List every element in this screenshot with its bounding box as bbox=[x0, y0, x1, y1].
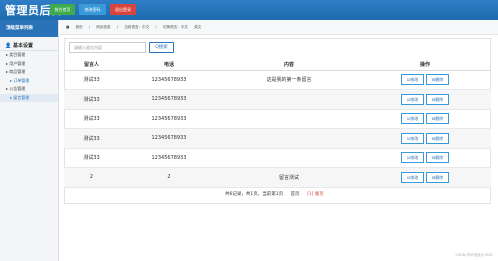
table-row: 测试33 12345678933 ☑修改 ☒删除 bbox=[64, 128, 491, 149]
edit-button[interactable]: ☑修改 bbox=[401, 152, 424, 164]
delete-button[interactable]: ☒删除 bbox=[426, 74, 449, 86]
table-row: 2 2 留言测试 ☑修改 ☒删除 bbox=[64, 167, 491, 188]
delete-button[interactable]: ☒删除 bbox=[426, 113, 449, 125]
edit-button[interactable]: ☑修改 bbox=[401, 93, 424, 105]
breadcrumb-current-lang: 当前语言：中文 bbox=[124, 25, 150, 29]
sidebar: 顶级菜单列表 👤 基本设置 ▸ 类目管理 ▸ 用户管理 ▸ 商品管理 ▸ 订单管… bbox=[0, 20, 59, 261]
first-page-link[interactable]: 首页 bbox=[291, 192, 300, 197]
delete-button[interactable]: ☒删除 bbox=[426, 93, 449, 105]
sidebar-item-messages[interactable]: ▸ 留言管理 bbox=[0, 93, 58, 102]
delete-button[interactable]: ☒删除 bbox=[426, 171, 449, 183]
edit-button[interactable]: ☑修改 bbox=[401, 171, 424, 183]
sidebar-section-label: 基本设置 bbox=[12, 43, 33, 49]
messages-table: 留言人 电话 内容 操作 测试33 12345678933 这是我的第一条留言 … bbox=[64, 60, 491, 188]
table-row: 测试33 12345678933 这是我的第一条留言 ☑修改 ☒删除 bbox=[64, 70, 491, 90]
pagination-summary: 共6记录，共1页，当前第1页 bbox=[225, 192, 284, 197]
sidebar-item-category[interactable]: ▸ 类目管理 bbox=[0, 51, 58, 60]
home-icon: ■ bbox=[66, 25, 70, 29]
breadcrumb-home[interactable]: 首页 bbox=[76, 25, 83, 29]
table-row: 测试33 12345678933 ☑修改 ☒删除 bbox=[64, 89, 491, 110]
breadcrumb: ■ 首页 / 网站信息 / 当前语言：中文 / 切换语言：中文 英文 bbox=[60, 20, 498, 35]
breadcrumb-site-info[interactable]: 网站信息 bbox=[96, 25, 110, 29]
delete-button[interactable]: ☒删除 bbox=[426, 152, 449, 164]
breadcrumb-switch-lang[interactable]: 切换语言：中文 bbox=[163, 25, 188, 29]
table-row: 测试33 12345678933 ☑修改 ☒删除 bbox=[64, 109, 491, 129]
delete-button[interactable]: ☒删除 bbox=[426, 132, 449, 144]
sidebar-item-orders[interactable]: ▸ 订单管理 bbox=[0, 77, 58, 86]
col-actions: 操作 bbox=[359, 60, 491, 71]
pagination: 共6记录，共1页，当前第1页 首页 [1] 尾页 bbox=[225, 191, 324, 197]
edit-button[interactable]: ☑修改 bbox=[401, 74, 424, 86]
breadcrumb-english[interactable]: 英文 bbox=[194, 25, 201, 29]
sidebar-section[interactable]: 👤 基本设置 bbox=[0, 41, 58, 51]
col-phone: 电话 bbox=[119, 60, 219, 71]
col-content: 内容 bbox=[219, 60, 359, 71]
table-row: 测试33 12345678933 ☑修改 ☒删除 bbox=[64, 148, 491, 168]
sidebar-item-products[interactable]: ▸ 商品管理 bbox=[0, 68, 58, 77]
last-page-link[interactable]: [1] 尾页 bbox=[307, 192, 324, 197]
logout-button[interactable]: 退出登录 bbox=[110, 4, 136, 15]
search-button[interactable]: Q搜索 bbox=[149, 42, 174, 53]
edit-button[interactable]: ☑修改 bbox=[401, 132, 424, 144]
top-bar: 管理员后台 前台首页 修改密码 退出登录 bbox=[0, 0, 498, 20]
sidebar-item-users[interactable]: ▸ 用户管理 bbox=[0, 60, 58, 69]
col-author: 留言人 bbox=[64, 60, 119, 71]
front-home-button[interactable]: 前台首页 bbox=[50, 4, 75, 15]
user-icon: 👤 bbox=[5, 43, 12, 49]
sidebar-title: 顶级菜单列表 bbox=[0, 20, 58, 37]
change-password-button[interactable]: 修改密码 bbox=[79, 4, 106, 15]
watermark: CSDN @毕设设计1501 bbox=[455, 253, 494, 257]
search-input[interactable]: 请输入留言内容 bbox=[69, 42, 146, 53]
sidebar-item-notices[interactable]: ▸ 公告管理 bbox=[0, 85, 58, 94]
edit-button[interactable]: ☑修改 bbox=[401, 113, 424, 125]
